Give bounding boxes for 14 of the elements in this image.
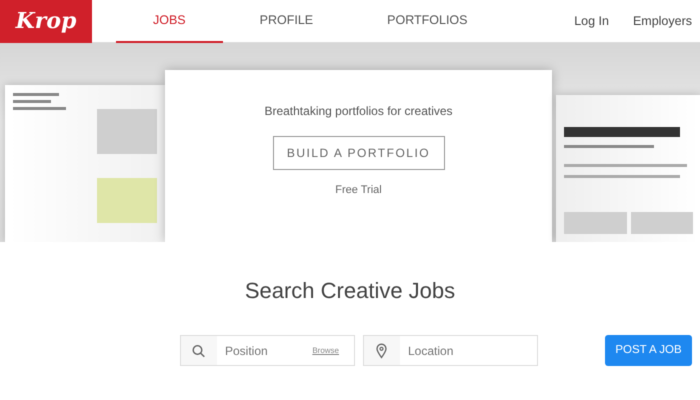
logo[interactable]: Krop: [0, 0, 92, 42]
location-pin-icon: [376, 343, 387, 358]
free-trial-text: Free Trial: [335, 183, 382, 198]
search-icon: [192, 344, 205, 357]
build-portfolio-button[interactable]: BUILD A PORTFOLIO: [272, 136, 444, 170]
location-field[interactable]: Location: [363, 335, 538, 366]
tagline: Breathtaking portfolios for creatives: [264, 103, 453, 120]
nav-tab[interactable]: PORTFOLIOS: [350, 0, 504, 42]
browse-link[interactable]: Browse: [312, 344, 339, 356]
post-job-button[interactable]: POST A JOB: [605, 335, 692, 366]
nav-link[interactable]: Log In: [574, 12, 609, 30]
search-heading: Search Creative Jobs: [244, 278, 456, 303]
nav-tab[interactable]: PROFILE: [222, 0, 350, 42]
nav-link[interactable]: Employers: [632, 12, 692, 30]
